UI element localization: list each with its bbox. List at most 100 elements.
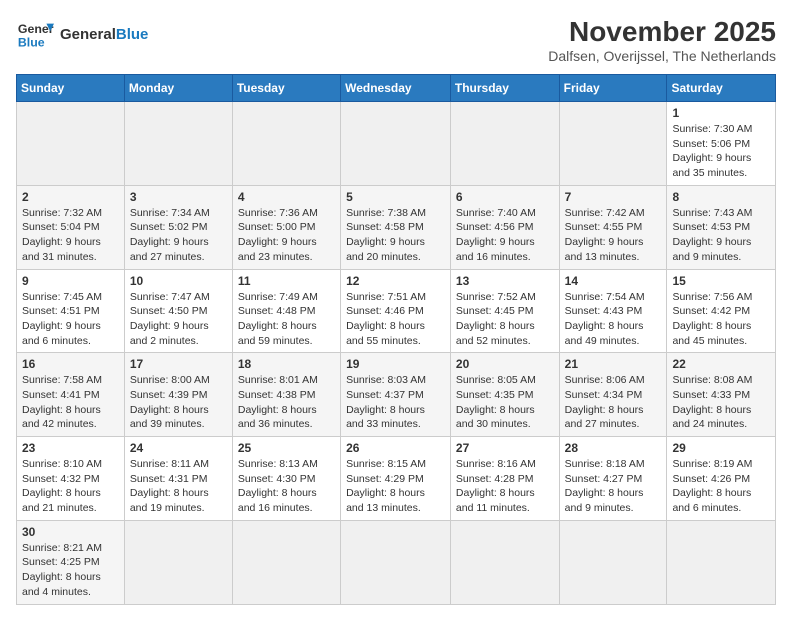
month-title: November 2025 xyxy=(548,16,776,48)
day-info: Sunrise: 8:00 AM Sunset: 4:39 PM Dayligh… xyxy=(130,373,227,432)
day-number: 26 xyxy=(346,441,445,455)
title-block: November 2025 Dalfsen, Overijssel, The N… xyxy=(548,16,776,64)
day-number: 12 xyxy=(346,274,445,288)
day-info: Sunrise: 7:51 AM Sunset: 4:46 PM Dayligh… xyxy=(346,290,445,349)
calendar-cell: 20 Sunrise: 8:05 AM Sunset: 4:35 PM Dayli… xyxy=(450,353,559,437)
calendar-cell xyxy=(17,102,125,186)
day-number: 20 xyxy=(456,357,554,371)
calendar-cell: 19Sunrise: 8:03 AM Sunset: 4:37 PM Dayli… xyxy=(341,353,451,437)
calendar-cell xyxy=(341,102,451,186)
calendar-cell: 10Sunrise: 7:47 AM Sunset: 4:50 PM Dayli… xyxy=(124,269,232,353)
calendar-cell: 25 Sunrise: 8:13 AM Sunset: 4:30 PM Dayli… xyxy=(232,437,340,521)
day-info: Sunrise: 8:05 AM Sunset: 4:35 PM Dayligh… xyxy=(456,373,554,432)
day-info: Sunrise: 8:10 AM Sunset: 4:32 PM Dayligh… xyxy=(22,457,119,516)
calendar-cell: 4 Sunrise: 7:36 AM Sunset: 5:00 PM Daylig… xyxy=(232,185,340,269)
day-number: 6 xyxy=(456,190,554,204)
day-number: 5 xyxy=(346,190,445,204)
day-info: Sunrise: 7:52 AM Sunset: 4:45 PM Dayligh… xyxy=(456,290,554,349)
calendar-cell xyxy=(124,102,232,186)
calendar-cell xyxy=(232,102,340,186)
calendar-header: SundayMondayTuesdayWednesdayThursdayFrid… xyxy=(17,75,776,102)
calendar-cell: 7 Sunrise: 7:42 AM Sunset: 4:55 PM Daylig… xyxy=(559,185,667,269)
calendar-week-row: 23 Sunrise: 8:10 AM Sunset: 4:32 PM Dayli… xyxy=(17,437,776,521)
day-number: 1 xyxy=(672,106,770,120)
day-info: Sunrise: 8:13 AM Sunset: 4:30 PM Dayligh… xyxy=(238,457,335,516)
day-info: Sunrise: 8:19 AM Sunset: 4:26 PM Dayligh… xyxy=(672,457,770,516)
calendar-cell: 26 Sunrise: 8:15 AM Sunset: 4:29 PM Dayli… xyxy=(341,437,451,521)
calendar-cell: 30 Sunrise: 8:21 AM Sunset: 4:25 PM Dayli… xyxy=(17,520,125,604)
calendar-cell xyxy=(559,102,667,186)
day-number: 25 xyxy=(238,441,335,455)
day-number: 28 xyxy=(565,441,662,455)
days-of-week-row: SundayMondayTuesdayWednesdayThursdayFrid… xyxy=(17,75,776,102)
day-info: Sunrise: 7:32 AM Sunset: 5:04 PM Dayligh… xyxy=(22,206,119,265)
day-info: Sunrise: 7:34 AM Sunset: 5:02 PM Dayligh… xyxy=(130,206,227,265)
day-info: Sunrise: 8:08 AM Sunset: 4:33 PM Dayligh… xyxy=(672,373,770,432)
calendar-cell xyxy=(450,102,559,186)
calendar-table: SundayMondayTuesdayWednesdayThursdayFrid… xyxy=(16,74,776,605)
day-info: Sunrise: 7:43 AM Sunset: 4:53 PM Dayligh… xyxy=(672,206,770,265)
location-subtitle: Dalfsen, Overijssel, The Netherlands xyxy=(548,48,776,64)
calendar-cell: 22 Sunrise: 8:08 AM Sunset: 4:33 PM Dayli… xyxy=(667,353,776,437)
calendar-cell xyxy=(232,520,340,604)
day-info: Sunrise: 8:06 AM Sunset: 4:34 PM Dayligh… xyxy=(565,373,662,432)
calendar-cell: 1 Sunrise: 7:30 AM Sunset: 5:06 PM Daylig… xyxy=(667,102,776,186)
day-of-week-header: Wednesday xyxy=(341,75,451,102)
page-header: General Blue GeneralBlue November 2025 D… xyxy=(16,16,776,64)
calendar-cell: 13Sunrise: 7:52 AM Sunset: 4:45 PM Dayli… xyxy=(450,269,559,353)
day-info: Sunrise: 8:01 AM Sunset: 4:38 PM Dayligh… xyxy=(238,373,335,432)
calendar-cell: 14Sunrise: 7:54 AM Sunset: 4:43 PM Dayli… xyxy=(559,269,667,353)
day-number: 7 xyxy=(565,190,662,204)
calendar-cell: 16Sunrise: 7:58 AM Sunset: 4:41 PM Dayli… xyxy=(17,353,125,437)
day-of-week-header: Friday xyxy=(559,75,667,102)
calendar-cell: 5 Sunrise: 7:38 AM Sunset: 4:58 PM Daylig… xyxy=(341,185,451,269)
day-number: 29 xyxy=(672,441,770,455)
calendar-cell: 27Sunrise: 8:16 AM Sunset: 4:28 PM Dayli… xyxy=(450,437,559,521)
day-number: 15 xyxy=(672,274,770,288)
calendar-cell: 9Sunrise: 7:45 AM Sunset: 4:51 PM Daylig… xyxy=(17,269,125,353)
calendar-cell: 15 Sunrise: 7:56 AM Sunset: 4:42 PM Dayli… xyxy=(667,269,776,353)
calendar-body: 1 Sunrise: 7:30 AM Sunset: 5:06 PM Daylig… xyxy=(17,102,776,605)
day-info: Sunrise: 7:54 AM Sunset: 4:43 PM Dayligh… xyxy=(565,290,662,349)
day-info: Sunrise: 8:21 AM Sunset: 4:25 PM Dayligh… xyxy=(22,541,119,600)
day-number: 24 xyxy=(130,441,227,455)
calendar-cell: 23 Sunrise: 8:10 AM Sunset: 4:32 PM Dayli… xyxy=(17,437,125,521)
day-of-week-header: Monday xyxy=(124,75,232,102)
day-info: Sunrise: 7:40 AM Sunset: 4:56 PM Dayligh… xyxy=(456,206,554,265)
day-info: Sunrise: 7:36 AM Sunset: 5:00 PM Dayligh… xyxy=(238,206,335,265)
day-info: Sunrise: 7:56 AM Sunset: 4:42 PM Dayligh… xyxy=(672,290,770,349)
calendar-cell: 18 Sunrise: 8:01 AM Sunset: 4:38 PM Dayli… xyxy=(232,353,340,437)
calendar-cell: 2 Sunrise: 7:32 AM Sunset: 5:04 PM Daylig… xyxy=(17,185,125,269)
day-number: 9 xyxy=(22,274,119,288)
day-number: 23 xyxy=(22,441,119,455)
calendar-cell xyxy=(341,520,451,604)
day-info: Sunrise: 8:18 AM Sunset: 4:27 PM Dayligh… xyxy=(565,457,662,516)
calendar-week-row: 16Sunrise: 7:58 AM Sunset: 4:41 PM Dayli… xyxy=(17,353,776,437)
calendar-cell: 6 Sunrise: 7:40 AM Sunset: 4:56 PM Daylig… xyxy=(450,185,559,269)
day-number: 22 xyxy=(672,357,770,371)
day-of-week-header: Tuesday xyxy=(232,75,340,102)
day-number: 2 xyxy=(22,190,119,204)
calendar-cell: 12 Sunrise: 7:51 AM Sunset: 4:46 PM Dayli… xyxy=(341,269,451,353)
calendar-week-row: 30 Sunrise: 8:21 AM Sunset: 4:25 PM Dayli… xyxy=(17,520,776,604)
logo: General Blue GeneralBlue xyxy=(16,16,148,54)
day-number: 17 xyxy=(130,357,227,371)
day-info: Sunrise: 7:38 AM Sunset: 4:58 PM Dayligh… xyxy=(346,206,445,265)
calendar-cell: 29 Sunrise: 8:19 AM Sunset: 4:26 PM Dayli… xyxy=(667,437,776,521)
calendar-cell: 24 Sunrise: 8:11 AM Sunset: 4:31 PM Dayli… xyxy=(124,437,232,521)
day-info: Sunrise: 7:30 AM Sunset: 5:06 PM Dayligh… xyxy=(672,122,770,181)
day-info: Sunrise: 7:47 AM Sunset: 4:50 PM Dayligh… xyxy=(130,290,227,349)
day-info: Sunrise: 7:42 AM Sunset: 4:55 PM Dayligh… xyxy=(565,206,662,265)
calendar-cell: 8Sunrise: 7:43 AM Sunset: 4:53 PM Daylig… xyxy=(667,185,776,269)
day-number: 16 xyxy=(22,357,119,371)
day-info: Sunrise: 8:16 AM Sunset: 4:28 PM Dayligh… xyxy=(456,457,554,516)
day-number: 18 xyxy=(238,357,335,371)
day-number: 11 xyxy=(238,274,335,288)
day-of-week-header: Thursday xyxy=(450,75,559,102)
calendar-week-row: 9Sunrise: 7:45 AM Sunset: 4:51 PM Daylig… xyxy=(17,269,776,353)
day-number: 19 xyxy=(346,357,445,371)
day-number: 30 xyxy=(22,525,119,539)
day-info: Sunrise: 8:15 AM Sunset: 4:29 PM Dayligh… xyxy=(346,457,445,516)
day-number: 4 xyxy=(238,190,335,204)
day-info: Sunrise: 8:11 AM Sunset: 4:31 PM Dayligh… xyxy=(130,457,227,516)
